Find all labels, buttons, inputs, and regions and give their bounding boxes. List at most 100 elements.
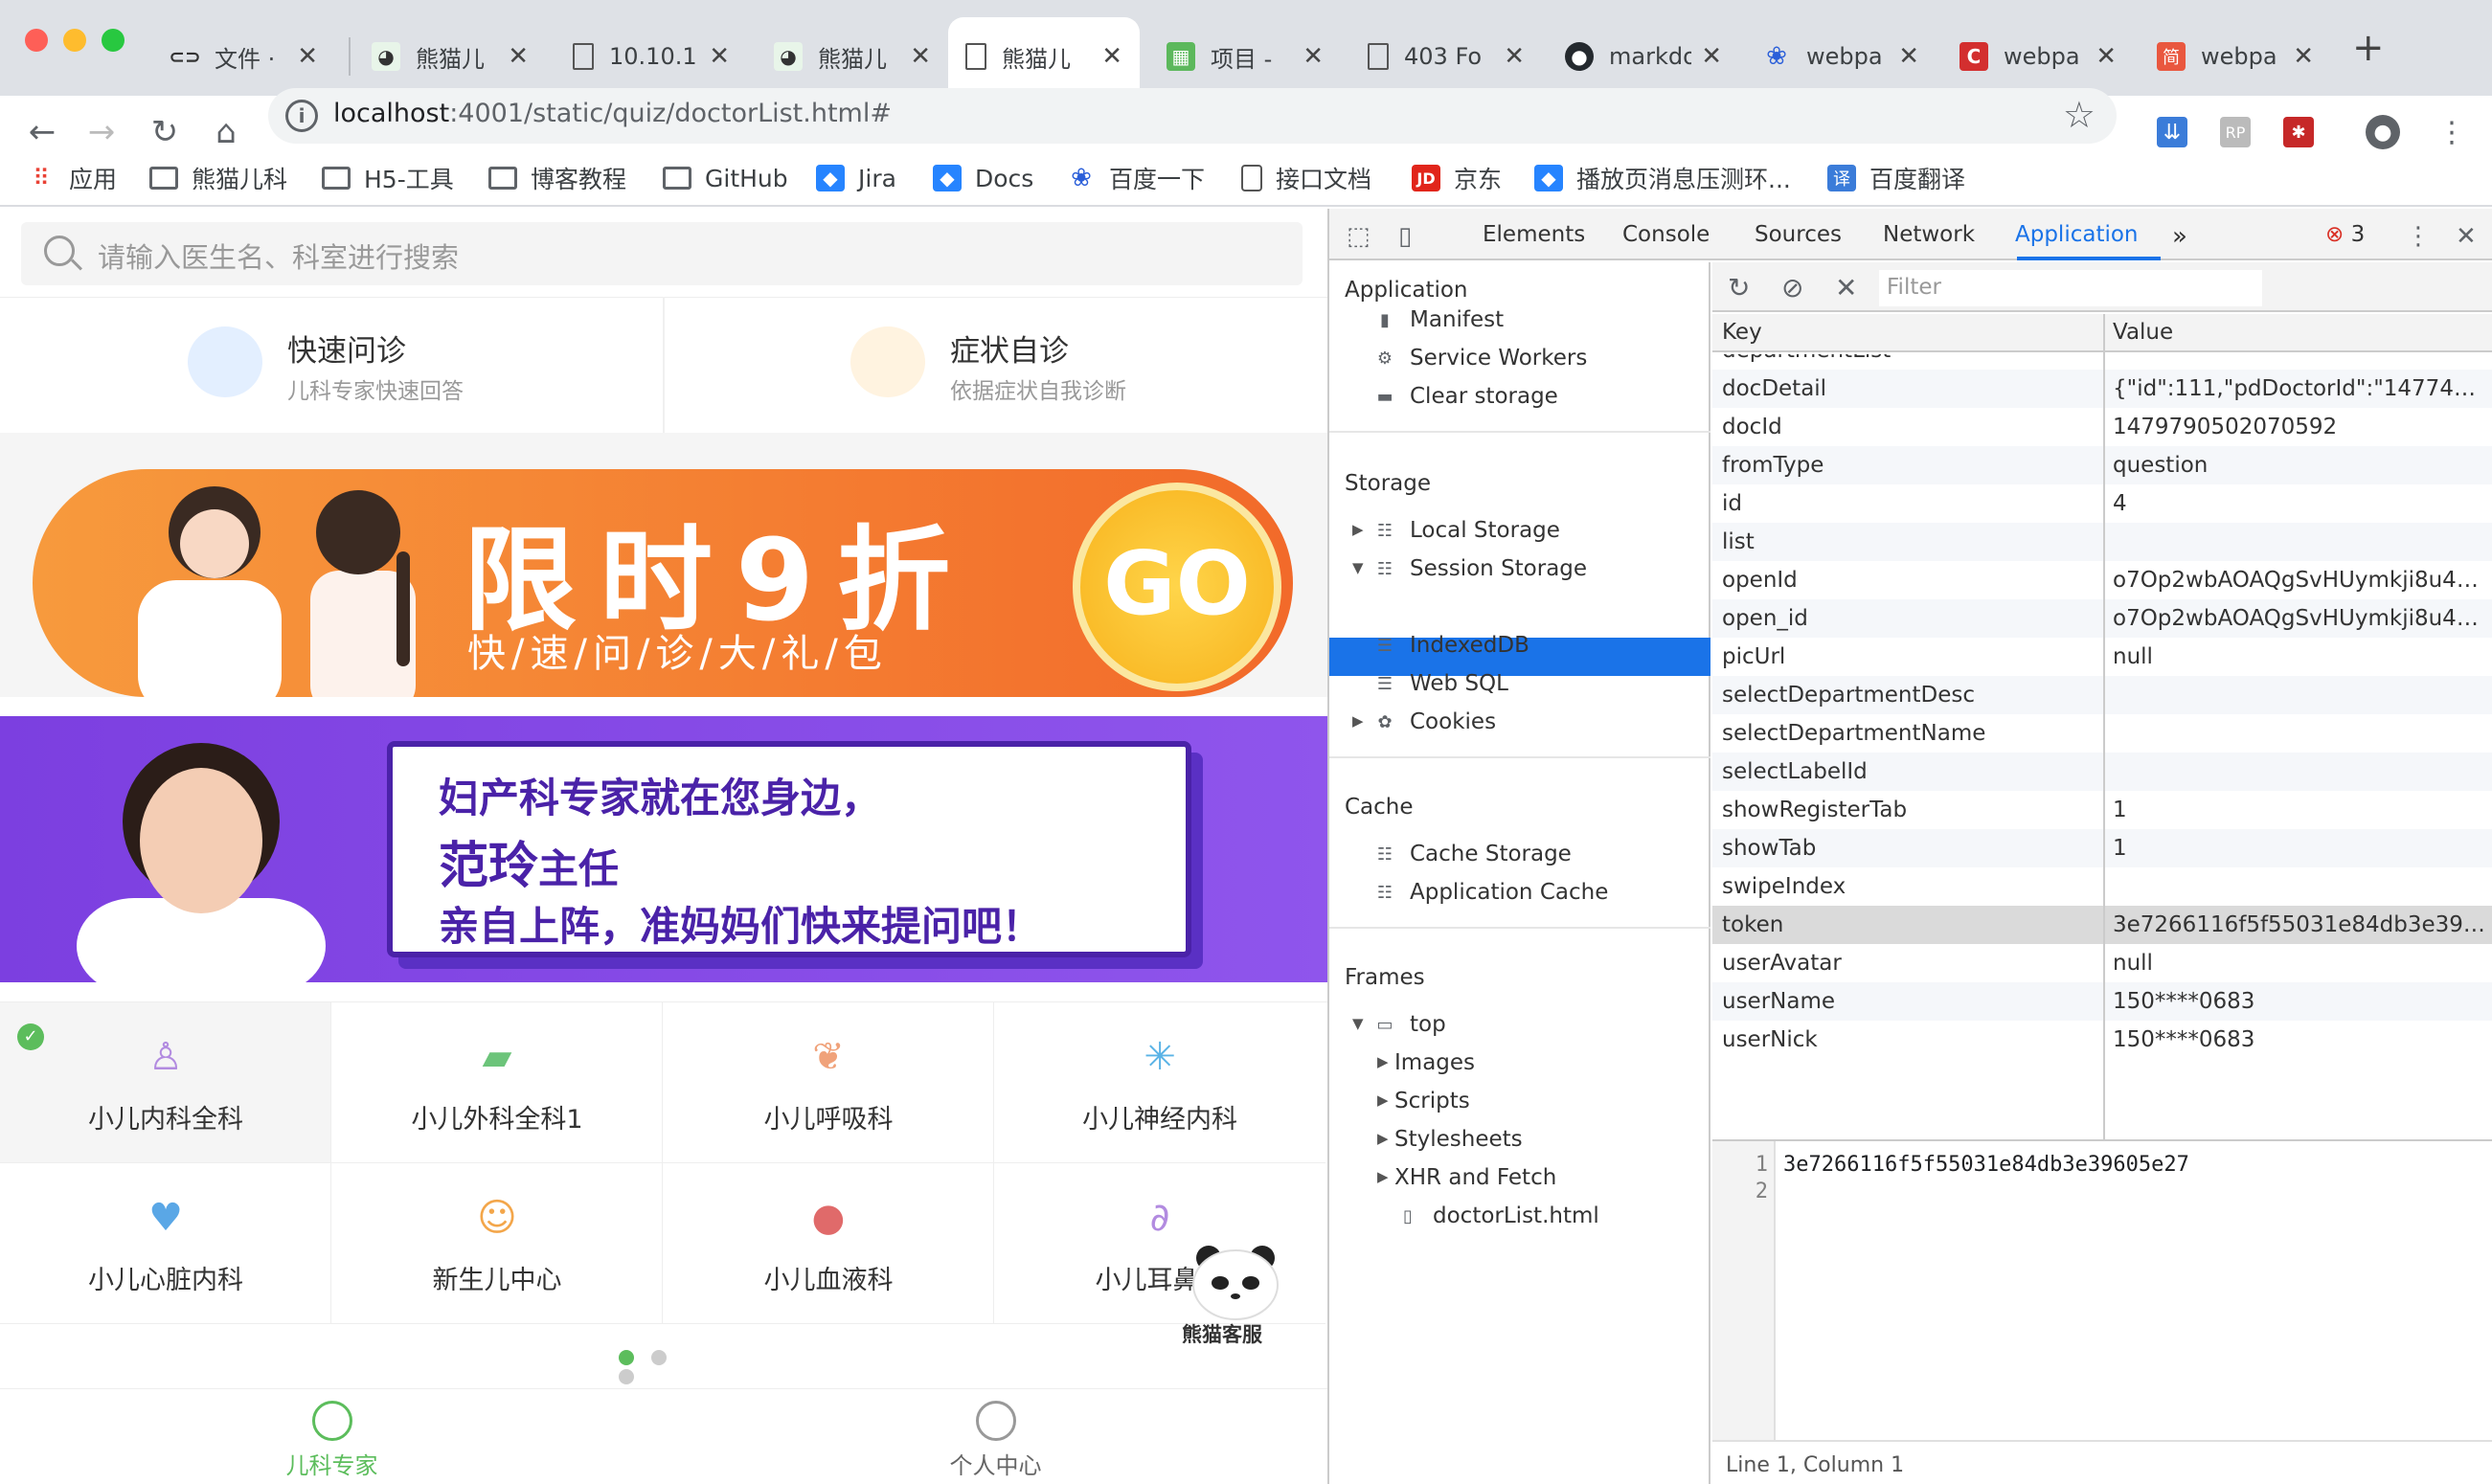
tab-elements[interactable]: Elements xyxy=(1483,222,1585,247)
promo-banner-discount[interactable]: 限时9折 快/速/问/诊/大/礼/包 GO xyxy=(0,446,1327,697)
zoom-window-button[interactable] xyxy=(102,29,125,52)
close-tab-icon[interactable]: ✕ xyxy=(297,42,318,71)
expand-triangle-icon[interactable]: ▶ xyxy=(1377,1130,1389,1147)
close-tab-icon[interactable]: ✕ xyxy=(2293,42,2314,71)
quick-consult-button[interactable]: 快速问诊 儿科专家快速回答 xyxy=(0,298,663,434)
refresh-icon[interactable]: ↻ xyxy=(1728,272,1750,304)
table-row[interactable]: docDetail {"id":111,"pdDoctorId":"1477401… xyxy=(1712,370,2492,408)
table-row[interactable]: swipeIndex xyxy=(1712,867,2492,906)
expand-triangle-icon[interactable]: ▶ xyxy=(1377,1053,1389,1070)
table-row[interactable]: open_id o7Op2wbAOAQgSvHUymkji8u4n… xyxy=(1712,599,2492,638)
tab-5[interactable]: ▦ 项目 - ✕ xyxy=(1149,17,1341,96)
bookmark-docs[interactable]: ◆ Docs xyxy=(933,159,1033,197)
tab-pediatric-experts[interactable]: 儿科专家 xyxy=(0,1389,664,1484)
close-tab-icon[interactable]: ✕ xyxy=(508,42,529,71)
column-header-key[interactable]: Key xyxy=(1722,320,1762,345)
bookmark-folder[interactable]: GitHub xyxy=(663,159,788,197)
table-row[interactable]: showRegisterTab 1 xyxy=(1712,791,2492,829)
tab-network[interactable]: Network xyxy=(1883,222,1975,247)
sidebar-item-scripts[interactable]: Scripts xyxy=(1394,1082,1470,1120)
close-devtools-icon[interactable]: ✕ xyxy=(2456,222,2477,251)
panda-service-label[interactable]: 熊猫客服 xyxy=(1182,1319,1262,1348)
tab-3[interactable]: ◕ 熊猫儿 ✕ xyxy=(757,17,948,96)
sidebar-item-xhr-fetch[interactable]: XHR and Fetch xyxy=(1394,1158,1556,1197)
collapse-triangle-icon[interactable]: ▼ xyxy=(1352,1015,1364,1032)
forward-icon[interactable]: → xyxy=(79,109,125,155)
tab-1[interactable]: ◕ 熊猫儿 ✕ xyxy=(354,17,546,96)
column-divider[interactable] xyxy=(2103,314,2105,1139)
close-tab-icon[interactable]: ✕ xyxy=(709,42,730,71)
tab-2[interactable]: 10.10.1 ✕ xyxy=(555,17,747,96)
tab-console[interactable]: Console xyxy=(1622,222,1710,247)
extension-rp-icon[interactable]: RP xyxy=(2220,117,2251,147)
tab-personal-center[interactable]: 个人中心 xyxy=(664,1389,1327,1484)
bookmark-folder[interactable]: 熊猫儿科 xyxy=(149,159,287,197)
close-tab-icon[interactable]: ✕ xyxy=(2096,42,2117,71)
carousel-dot[interactable] xyxy=(619,1350,634,1365)
bookmark-star-icon[interactable]: ☆ xyxy=(2063,94,2096,136)
delete-selected-icon[interactable]: ✕ xyxy=(1835,272,1857,304)
bookmark-baidu[interactable]: ❀ 百度一下 xyxy=(1067,159,1205,197)
carousel-dot[interactable] xyxy=(651,1350,667,1365)
bookmark-folder[interactable]: 博客教程 xyxy=(488,159,626,197)
sidebar-item-frame-top[interactable]: ▭ top xyxy=(1373,1005,1445,1044)
preview-code[interactable]: 3e7266116f5f55031e84db3e39605e27 xyxy=(1783,1153,2189,1177)
sidebar-item-localhost-origin[interactable]: ☷ http://localhost:4001 xyxy=(1402,586,1668,624)
tab-8[interactable]: ❀ webpa ✕ xyxy=(1745,17,1937,96)
minimize-window-button[interactable] xyxy=(63,29,86,52)
sidebar-item-cache-storage[interactable]: ☷ Cache Storage xyxy=(1373,835,1572,873)
carousel-dot[interactable] xyxy=(619,1369,634,1384)
more-tabs-button[interactable]: » xyxy=(2172,222,2187,251)
department-item[interactable]: ☺ 新生儿中心 xyxy=(331,1163,663,1324)
tab-7[interactable]: ● markdo ✕ xyxy=(1548,17,1739,96)
table-row[interactable]: departmentList xyxy=(1712,354,2492,370)
table-row[interactable]: selectDepartmentName xyxy=(1712,714,2492,753)
department-item[interactable]: ♥ 小儿心脏内科 xyxy=(0,1163,331,1324)
close-tab-icon[interactable]: ✕ xyxy=(1303,42,1324,71)
table-row[interactable]: selectLabelId xyxy=(1712,753,2492,791)
sidebar-item-local-storage[interactable]: ☷ Local Storage xyxy=(1373,511,1560,550)
clear-all-icon[interactable]: ⊘ xyxy=(1781,272,1803,304)
department-item[interactable]: ● 小儿血液科 xyxy=(663,1163,994,1324)
expand-triangle-icon[interactable]: ▶ xyxy=(1377,1168,1389,1185)
table-row[interactable]: userName 150****0683 xyxy=(1712,982,2492,1021)
new-tab-button[interactable]: + xyxy=(2352,27,2385,69)
close-tab-icon[interactable]: ✕ xyxy=(1701,42,1722,71)
department-item[interactable]: ❦ 小儿呼吸科 xyxy=(663,1002,994,1163)
sidebar-item-application-cache[interactable]: ☷ Application Cache xyxy=(1373,873,1608,911)
table-row[interactable]: userNick 150****0683 xyxy=(1712,1021,2492,1059)
symptom-check-button[interactable]: 症状自诊 依据症状自我诊断 xyxy=(665,298,1327,434)
url-text[interactable]: localhost:4001/static/quiz/doctorList.ht… xyxy=(333,99,892,128)
table-row[interactable]: list xyxy=(1712,523,2492,561)
sidebar-item-web-sql[interactable]: ☰ Web SQL xyxy=(1373,664,1508,703)
sidebar-item-clear-storage[interactable]: ▬ Clear storage xyxy=(1373,377,1557,416)
close-tab-icon[interactable]: ✕ xyxy=(1101,42,1122,71)
column-header-value[interactable]: Value xyxy=(2113,320,2173,345)
tab-9[interactable]: C webpa ✕ xyxy=(1942,17,2134,96)
profile-avatar-icon[interactable]: ● xyxy=(2366,115,2400,149)
bookmark-apps[interactable]: ⠿ 应用 xyxy=(27,159,117,197)
back-icon[interactable]: ← xyxy=(19,109,65,155)
home-icon[interactable]: ⌂ xyxy=(203,109,249,155)
go-button[interactable]: GO xyxy=(1073,483,1281,691)
tab-sources[interactable]: Sources xyxy=(1755,222,1842,247)
address-bar[interactable]: i localhost:4001/static/quiz/doctorList.… xyxy=(268,88,2117,144)
reload-icon[interactable]: ↻ xyxy=(142,109,188,155)
device-toolbar-icon[interactable]: ▯ xyxy=(1398,222,1412,251)
sidebar-item-doctorlist-html[interactable]: ▯ doctorList.html xyxy=(1396,1197,1599,1235)
close-tab-icon[interactable]: ✕ xyxy=(1898,42,1919,71)
table-row[interactable]: openId o7Op2wbAOAQgSvHUymkji8u4n… xyxy=(1712,561,2492,599)
sidebar-item-images[interactable]: Images xyxy=(1394,1044,1475,1082)
department-item[interactable]: ✳ 小儿神经内科 xyxy=(994,1002,1325,1163)
tab-application[interactable]: Application xyxy=(2015,222,2139,247)
tab-0[interactable]: ⊂⊃ 文件 · ✕ xyxy=(153,17,335,96)
table-row[interactable]: userAvatar null xyxy=(1712,944,2492,982)
promo-banner-obstetrics[interactable]: 妇产科专家就在您身边， 范玲主任 亲自上阵，准妈妈们快来提问吧！ xyxy=(0,716,1327,982)
table-row[interactable]: fromType question xyxy=(1712,446,2492,484)
bookmark-jd[interactable]: JD 京东 xyxy=(1412,159,1502,197)
site-info-icon[interactable]: i xyxy=(285,100,318,132)
close-window-button[interactable] xyxy=(25,29,48,52)
sidebar-item-cookies[interactable]: ✿ Cookies xyxy=(1373,703,1496,741)
panda-service-icon[interactable] xyxy=(1188,1241,1283,1321)
close-tab-icon[interactable]: ✕ xyxy=(1504,42,1525,71)
